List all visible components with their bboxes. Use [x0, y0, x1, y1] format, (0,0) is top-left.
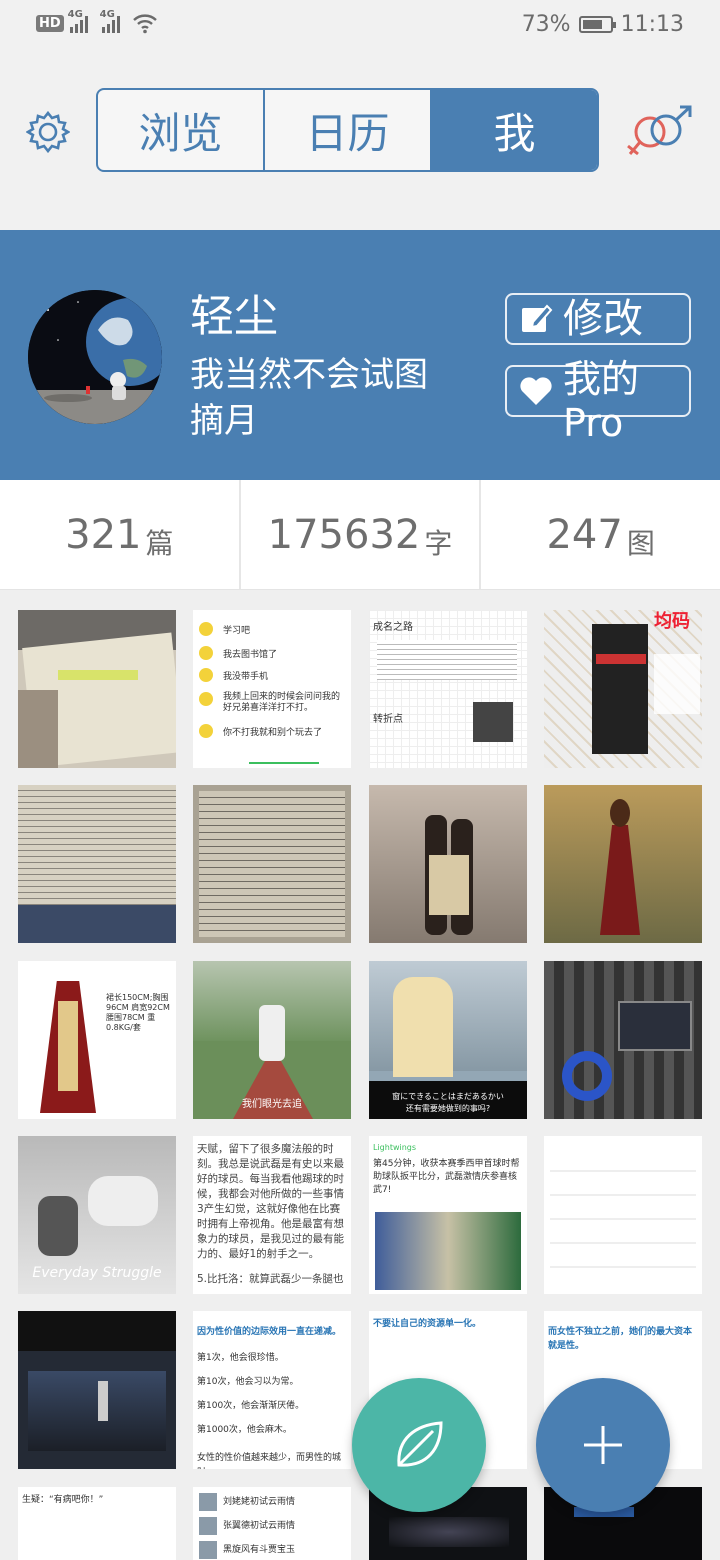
stat-words[interactable]: 175632 字 [241, 480, 482, 589]
quote-1-line-1: 第1次，他会很珍惜。 [197, 1353, 284, 1363]
quote-1-line-2: 第10次，他会习以为常。 [197, 1377, 299, 1387]
grid-thumb-news[interactable]: Lightwings 第45分钟，收获本赛季西甲首球时帮助球队扳平比分，武磊激情… [369, 1136, 527, 1294]
article-paragraph: 天赋，留下了很多魔法般的时刻。我总是说武磊是有史以来最好的球员。每当我看他踢球的… [197, 1143, 344, 1260]
grid-thumb-article[interactable]: 天赋，留下了很多魔法般的时刻。我总是说武磊是有史以来最好的球员。每当我看他踢球的… [193, 1136, 351, 1294]
quote-3-title: 而女性不独立之前，她们的最大资本就是性。 [548, 1327, 693, 1351]
top-header: 浏览 日历 我 [0, 52, 720, 230]
contact-3: 黑旋风有斗贾宝玉 [223, 1545, 296, 1555]
edit-icon [522, 304, 553, 332]
city-subtitle-cn: 还有需要她做到的事吗? [405, 1104, 491, 1113]
hd-badge: HD [36, 14, 64, 32]
news-source: Lightwings [373, 1143, 417, 1152]
garden-subtitle: 我们眼光去追 [242, 1099, 302, 1110]
article-item: 5.比托洛：就算武磊少一条腿也 [197, 1273, 344, 1285]
tab-browse[interactable]: 浏览 [98, 90, 265, 170]
battery-icon [578, 16, 616, 33]
contact-2: 张翼德初试云雨情 [223, 1521, 296, 1531]
grid-thumb-book-2[interactable] [18, 785, 176, 943]
quote-1-line-5: 女性的性价值越来越少，而男性的城财 [197, 1453, 342, 1469]
clock: 11:13 [620, 12, 684, 37]
view-tabs: 浏览 日历 我 [96, 88, 599, 172]
grid-thumb-city-girl[interactable]: 窗にできることはまだあるかい 还有需要她做到的事吗? [369, 961, 527, 1119]
grid-thumb-everyday-struggle[interactable]: Everyday Struggle [18, 1136, 176, 1294]
news-headline: 第45分钟，收获本赛季西甲首球时帮助球队扳平比分，武磊激情庆参喜核武7! [373, 1159, 520, 1195]
dress-size: 裙长150CM;胸围96CM 肩宽92CM腰围78CM 重0.8KG/套 [106, 993, 170, 1032]
shop-banner: 均码 [654, 611, 690, 632]
quote-2-title: 不要让自己的资源单一化。 [373, 1319, 482, 1329]
profile-name: 轻尘 [190, 291, 278, 342]
grid-thumb-headphones-desk[interactable] [544, 961, 702, 1119]
stats-bar: 321 篇 175632 字 247 图 [0, 480, 720, 590]
chat-line-4: 我频上回来的时候会问问我的好兄弟喜洋洋打不打。 [223, 692, 341, 713]
edit-label: 修改 [563, 296, 643, 342]
grid-thumb-costume-shop[interactable]: 均码 [544, 610, 702, 768]
leaf-icon [397, 1421, 443, 1467]
stat-articles-unit: 篇 [145, 526, 174, 560]
quote-1-line-4: 第1000次，他会麻木。 [197, 1425, 292, 1435]
grid-thumb-gown-product[interactable]: 裙长150CM;胸围96CM 肩宽92CM腰围78CM 重0.8KG/套 [18, 961, 176, 1119]
add-fab-button[interactable] [536, 1378, 670, 1512]
heart-icon [520, 377, 552, 405]
tab-me[interactable]: 我 [432, 90, 597, 170]
row6-text: 生疑：“有病吧你！” [22, 1495, 104, 1505]
doc-title: 成名之路 [373, 622, 413, 633]
chat-line-5: 你不打我就和别个玩去了 [223, 728, 323, 738]
grid-thumb-book-3[interactable] [193, 785, 351, 943]
wifi-icon [132, 14, 157, 34]
grid-thumb-doc[interactable]: 成名之路 转折点 [369, 610, 527, 768]
status-left: HD 4G 4G [36, 9, 158, 34]
grid-thumb-contacts[interactable]: 刘姥姥初试云雨情 张翼德初试云雨情 黑旋风有斗贾宝玉 [193, 1487, 351, 1560]
grid-thumb-chat-2[interactable] [544, 1136, 702, 1294]
chat-line-3: 我没带手机 [223, 672, 269, 682]
gender-icon[interactable] [624, 102, 696, 164]
pro-button[interactable]: 我的Pro [505, 357, 691, 445]
grid-thumb-garden-girl[interactable]: 我们眼光去追 [193, 961, 351, 1119]
grid-thumb-book-desk[interactable] [18, 610, 176, 768]
grid-thumb-two-girls[interactable] [369, 785, 527, 943]
battery-percent: 73% [521, 12, 571, 37]
tab-calendar[interactable]: 日历 [265, 90, 432, 170]
chat-line-1: 学习吧 [223, 626, 251, 636]
everyday-label: Everyday Struggle [32, 1265, 162, 1281]
edit-profile-button[interactable]: 修改 [505, 293, 691, 345]
grid-thumb-text-row6[interactable]: 生疑：“有病吧你！” [18, 1487, 176, 1560]
avatar[interactable] [28, 290, 162, 424]
contact-1: 刘姥姥初试云雨情 [223, 1497, 296, 1507]
signal-icon: 4G [68, 9, 88, 33]
stat-articles[interactable]: 321 篇 [0, 480, 241, 589]
leaf-fab-button[interactable] [352, 1378, 486, 1512]
profile-banner: 轻尘 我当然不会试图摘月 修改 我的Pro [0, 230, 720, 480]
profile-motto: 我当然不会试图摘月 [190, 355, 428, 441]
quote-1-line-3: 第100次，他会渐渐厌倦。 [197, 1401, 305, 1411]
grid-thumb-red-dress[interactable] [544, 785, 702, 943]
stat-words-value: 175632 [267, 511, 421, 558]
stat-images-unit: 图 [626, 526, 655, 560]
chat-line-2: 我去图书馆了 [223, 650, 278, 660]
stat-articles-value: 321 [65, 511, 142, 558]
signal-icon-2: 4G [100, 9, 120, 33]
status-bar: HD 4G 4G 73% 11:13 [0, 0, 720, 52]
quote-1-title: 因为性价值的边际效用一直在递减。 [197, 1327, 342, 1337]
grid-thumb-chat[interactable]: 学习吧 我去图书馆了 我没带手机 我频上回来的时候会问问我的好兄弟喜洋洋打不打。… [193, 610, 351, 768]
status-right: 73% 11:13 [522, 12, 684, 37]
stat-images-value: 247 [546, 511, 623, 558]
grid-thumb-quote-1[interactable]: 因为性价值的边际效用一直在递减。 第1次，他会很珍惜。 第10次，他会习以为常。… [193, 1311, 351, 1469]
grid-thumb-gym[interactable] [18, 1311, 176, 1469]
pro-label: 我的Pro [563, 357, 640, 445]
stat-images[interactable]: 247 图 [481, 480, 720, 589]
gear-icon[interactable] [26, 110, 70, 154]
stat-words-unit: 字 [424, 526, 453, 560]
plus-icon [584, 1426, 622, 1464]
